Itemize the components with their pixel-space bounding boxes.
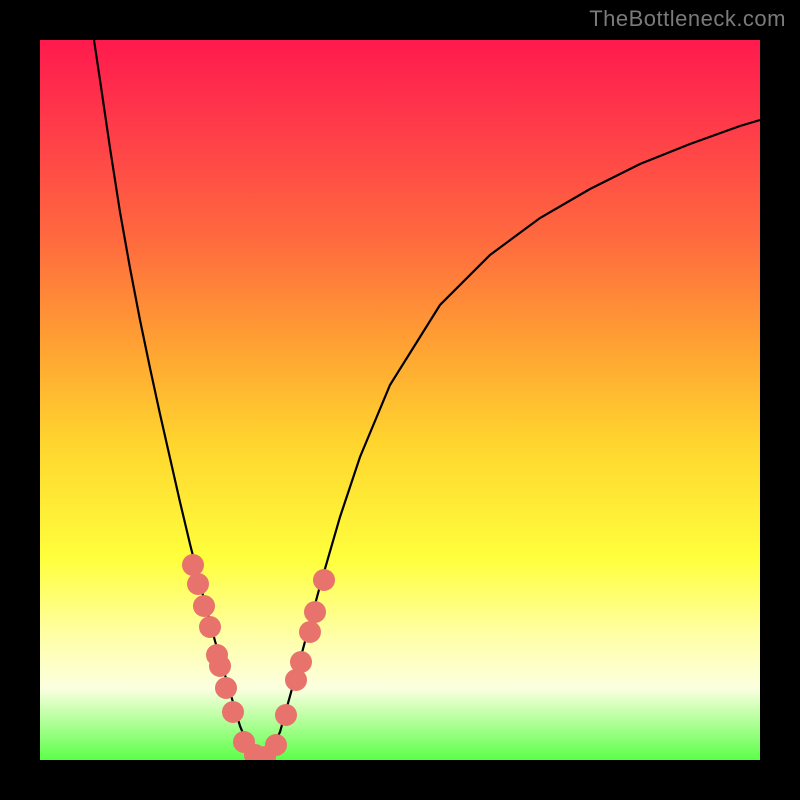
marker-dot (215, 677, 237, 699)
marker-dot (244, 744, 266, 760)
plot-area (40, 40, 760, 760)
marker-dot (199, 616, 221, 638)
marker-dot (233, 731, 255, 753)
marker-group (182, 554, 335, 760)
marker-dot (313, 569, 335, 591)
marker-dot (187, 573, 209, 595)
marker-dot (206, 644, 228, 666)
marker-dot (222, 701, 244, 723)
marker-dot (304, 601, 326, 623)
chart-svg (40, 40, 760, 760)
marker-dot (265, 734, 287, 756)
chart-canvas: TheBottleneck.com (0, 0, 800, 800)
marker-dot (182, 554, 204, 576)
marker-dot (254, 746, 276, 760)
watermark-text: TheBottleneck.com (589, 6, 786, 32)
marker-dot (193, 595, 215, 617)
marker-dot (285, 669, 307, 691)
marker-dot (290, 651, 312, 673)
marker-dot (275, 704, 297, 726)
marker-dot (299, 621, 321, 643)
bottleneck-curve (94, 40, 760, 756)
marker-dot (209, 655, 231, 677)
